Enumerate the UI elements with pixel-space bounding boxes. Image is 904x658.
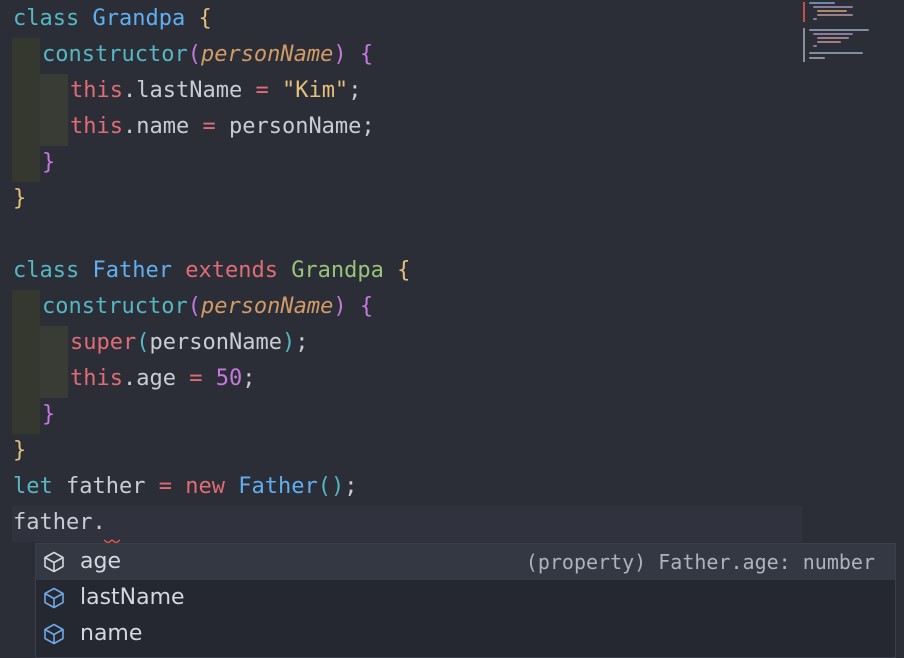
property-cube-icon (44, 623, 64, 645)
indent-guide (12, 38, 40, 182)
suggest-item-name[interactable]: name (36, 616, 895, 652)
suggest-item-age[interactable]: age (property) Father.age: number (36, 544, 895, 580)
code-line-3: this.lastName = "Kim"; (70, 78, 362, 103)
code-line-15[interactable]: father. (13, 505, 106, 541)
indent-guide (40, 326, 68, 398)
suggest-item-lastname[interactable]: lastName (36, 580, 895, 616)
indent-guide (40, 74, 68, 146)
code-line-5: } (42, 150, 56, 175)
current-line-highlight (12, 506, 802, 542)
code-line-4: this.name = personName; (70, 114, 375, 139)
code-line-8: class Father extends Grandpa { (13, 258, 411, 283)
autocomplete-suggest-widget[interactable]: age (property) Father.age: number lastNa… (35, 543, 896, 658)
indent-guide (12, 290, 40, 434)
code-line-1: class Grandpa { (13, 6, 212, 31)
code-line-13: } (13, 438, 27, 463)
code-editor[interactable]: class Grandpa { constructor(personName) … (0, 0, 904, 658)
suggest-item-label: lastName (80, 585, 185, 610)
minimap[interactable] (803, 0, 904, 70)
suggest-item-label: name (80, 621, 143, 646)
code-line-6: } (13, 186, 27, 211)
code-line-2: constructor(personName) { (42, 42, 374, 67)
suggest-item-label: age (80, 549, 121, 574)
code-line-12: } (42, 402, 56, 427)
property-cube-icon (44, 587, 64, 609)
suggest-item-detail: (property) Father.age: number (525, 550, 875, 574)
code-line-9: constructor(personName) { (42, 294, 374, 319)
code-line-14: let father = new Father(); (13, 474, 358, 499)
code-line-11: this.age = 50; (70, 366, 256, 391)
property-cube-icon (44, 551, 64, 573)
code-line-10: super(personName); (70, 330, 309, 355)
